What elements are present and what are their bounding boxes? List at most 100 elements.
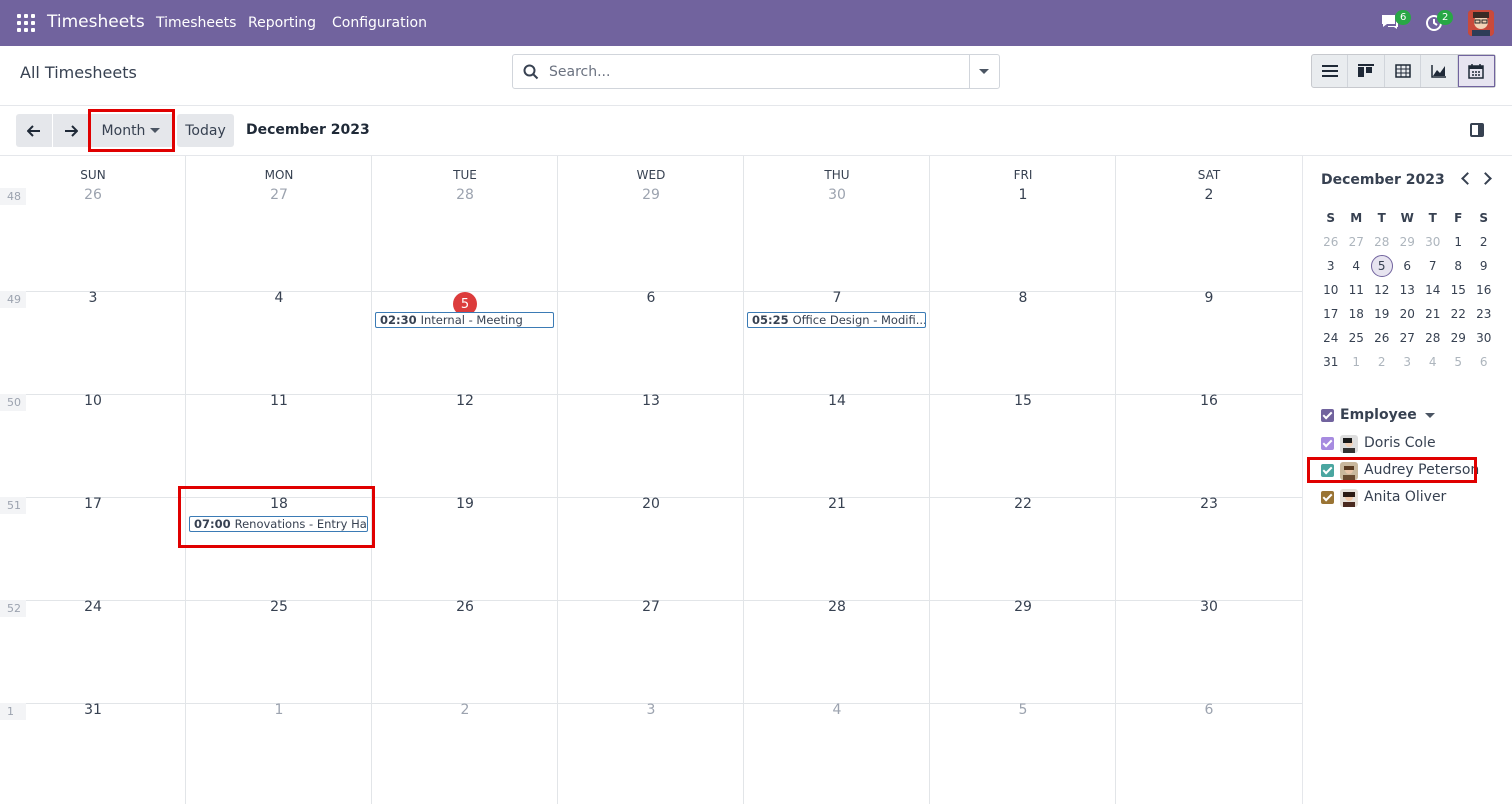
employee-name[interactable]: Doris Cole: [1364, 435, 1436, 451]
day-number[interactable]: 29: [558, 187, 744, 203]
mini-day[interactable]: 1: [1344, 350, 1370, 374]
mini-day[interactable]: 24: [1318, 326, 1344, 350]
mini-day[interactable]: 14: [1420, 278, 1446, 302]
mini-day[interactable]: 2: [1369, 350, 1395, 374]
day-number[interactable]: 2: [372, 702, 558, 718]
mini-day[interactable]: 6: [1395, 254, 1421, 278]
day-number[interactable]: 30: [744, 187, 930, 203]
mini-day[interactable]: 4: [1344, 254, 1370, 278]
day-number[interactable]: 6: [558, 290, 744, 306]
day-number[interactable]: 8: [930, 290, 1116, 306]
mini-day[interactable]: 20: [1395, 302, 1421, 326]
employee-name[interactable]: Anita Oliver: [1364, 489, 1446, 505]
day-number[interactable]: 21: [744, 496, 930, 512]
app-brand[interactable]: Timesheets: [47, 12, 145, 32]
day-number[interactable]: 28: [744, 599, 930, 615]
mini-day[interactable]: 29: [1395, 230, 1421, 254]
day-number[interactable]: 26: [0, 187, 186, 203]
mini-day[interactable]: 19: [1369, 302, 1395, 326]
mini-day[interactable]: 21: [1420, 302, 1446, 326]
previous-button[interactable]: [16, 114, 52, 147]
toggle-sidebar-icon[interactable]: [1470, 123, 1484, 137]
event-office-design[interactable]: 05:25 Office Design - Modifi...: [747, 312, 926, 328]
mini-day[interactable]: 7: [1420, 254, 1446, 278]
search-input[interactable]: Search...: [549, 64, 610, 80]
day-number[interactable]: 29: [930, 599, 1116, 615]
mini-day[interactable]: 23: [1471, 302, 1497, 326]
day-number[interactable]: 16: [1116, 393, 1302, 409]
kanban-view-button[interactable]: [1348, 55, 1385, 87]
mini-day[interactable]: 25: [1344, 326, 1370, 350]
mini-day[interactable]: 30: [1420, 230, 1446, 254]
mini-day[interactable]: 6: [1471, 350, 1497, 374]
mini-day[interactable]: 10: [1318, 278, 1344, 302]
mini-day[interactable]: 5: [1369, 254, 1395, 278]
day-number[interactable]: 28: [372, 187, 558, 203]
employee-filter-label[interactable]: Employee: [1340, 407, 1435, 423]
mini-day[interactable]: 16: [1471, 278, 1497, 302]
day-number[interactable]: 19: [372, 496, 558, 512]
mini-day[interactable]: 9: [1471, 254, 1497, 278]
event-internal-meeting[interactable]: 02:30 Internal - Meeting: [375, 312, 554, 328]
day-number[interactable]: 23: [1116, 496, 1302, 512]
day-number[interactable]: 7: [744, 290, 930, 306]
next-button[interactable]: [53, 114, 88, 147]
mini-day[interactable]: 30: [1471, 326, 1497, 350]
pivot-view-button[interactable]: [1385, 55, 1422, 87]
day-number[interactable]: 6: [1116, 702, 1302, 718]
day-number[interactable]: 13: [558, 393, 744, 409]
mini-day[interactable]: 12: [1369, 278, 1395, 302]
day-number[interactable]: 20: [558, 496, 744, 512]
day-number[interactable]: 31: [0, 702, 186, 718]
search-bar[interactable]: Search...: [512, 54, 1000, 89]
mini-day[interactable]: 11: [1344, 278, 1370, 302]
day-number[interactable]: 2: [1116, 187, 1302, 203]
day-number[interactable]: 11: [186, 393, 372, 409]
mini-day[interactable]: 31: [1318, 350, 1344, 374]
mini-day[interactable]: 27: [1395, 326, 1421, 350]
day-number[interactable]: 1: [930, 187, 1116, 203]
chevron-right-icon[interactable]: [1479, 172, 1492, 185]
day-number[interactable]: 27: [558, 599, 744, 615]
mini-day[interactable]: 26: [1318, 230, 1344, 254]
apps-menu-icon[interactable]: [17, 14, 35, 32]
mini-day[interactable]: 27: [1344, 230, 1370, 254]
day-number[interactable]: 4: [744, 702, 930, 718]
mini-day[interactable]: 3: [1318, 254, 1344, 278]
mini-day[interactable]: 13: [1395, 278, 1421, 302]
mini-day[interactable]: 2: [1471, 230, 1497, 254]
day-number[interactable]: 14: [744, 393, 930, 409]
search-options-toggle[interactable]: [969, 55, 999, 88]
day-number[interactable]: 4: [186, 290, 372, 306]
today-button[interactable]: Today: [177, 114, 234, 147]
calendar-view-button[interactable]: [1457, 55, 1496, 87]
menu-reporting[interactable]: Reporting: [248, 15, 316, 31]
mini-day[interactable]: 28: [1369, 230, 1395, 254]
mini-day[interactable]: 18: [1344, 302, 1370, 326]
day-number[interactable]: 5: [930, 702, 1116, 718]
day-number[interactable]: 9: [1116, 290, 1302, 306]
mini-day[interactable]: 15: [1446, 278, 1472, 302]
menu-timesheets[interactable]: Timesheets: [156, 15, 236, 31]
day-number[interactable]: 3: [558, 702, 744, 718]
mini-day[interactable]: 17: [1318, 302, 1344, 326]
mini-day[interactable]: 29: [1446, 326, 1472, 350]
employee-filter-checkbox[interactable]: [1321, 409, 1334, 422]
chevron-left-icon[interactable]: [1461, 172, 1474, 185]
mini-day[interactable]: 8: [1446, 254, 1472, 278]
mini-day[interactable]: 22: [1446, 302, 1472, 326]
day-number[interactable]: 1: [186, 702, 372, 718]
day-number[interactable]: 25: [186, 599, 372, 615]
day-number[interactable]: 3: [0, 290, 186, 306]
day-number[interactable]: 10: [0, 393, 186, 409]
mini-day[interactable]: 1: [1446, 230, 1472, 254]
day-number[interactable]: 22: [930, 496, 1116, 512]
mini-day[interactable]: 3: [1395, 350, 1421, 374]
mini-day[interactable]: 5: [1446, 350, 1472, 374]
day-number[interactable]: 26: [372, 599, 558, 615]
day-number[interactable]: 12: [372, 393, 558, 409]
employee-checkbox[interactable]: [1321, 491, 1334, 504]
day-number[interactable]: 24: [0, 599, 186, 615]
graph-view-button[interactable]: [1421, 55, 1458, 87]
mini-day[interactable]: 4: [1420, 350, 1446, 374]
